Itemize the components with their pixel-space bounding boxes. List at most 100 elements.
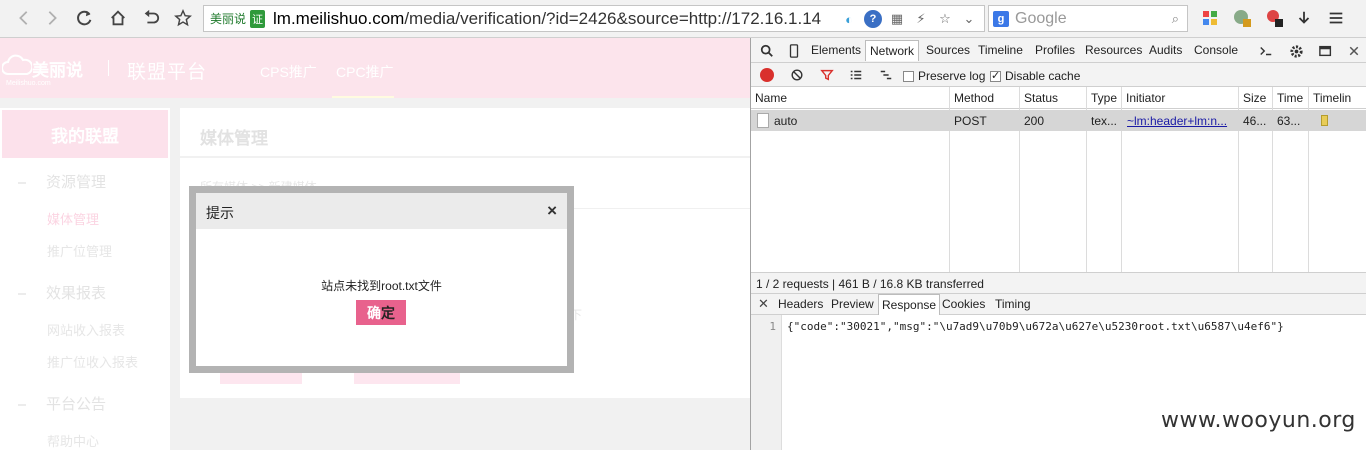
col-type[interactable]: Type — [1091, 91, 1117, 105]
browser-toolbar: 美丽说 证 lm.meilishuo.com/media/verificatio… — [0, 0, 1366, 38]
clear-icon[interactable] — [788, 66, 806, 84]
sidebar-title: 我的联盟 — [2, 110, 168, 158]
inspect-search-icon[interactable] — [758, 42, 776, 60]
tab-resources[interactable]: Resources — [1085, 43, 1142, 57]
col-method[interactable]: Method — [954, 91, 994, 105]
site-header: 美丽说 Meilishuo.com 联盟平台 CPS推广 CPC推广 — [0, 38, 750, 98]
sidebar-group-announcements[interactable]: 平台公告 — [18, 393, 106, 414]
logo-subtext: Meilishuo.com — [6, 80, 51, 87]
tab-network[interactable]: Network — [865, 40, 920, 61]
nav-cps[interactable]: CPS推广 — [260, 62, 317, 82]
line-gutter: 1 — [751, 315, 782, 450]
url-text[interactable]: lm.meilishuo.com/media/verification/?id=… — [269, 9, 821, 29]
tab-timeline[interactable]: Timeline — [978, 43, 1023, 57]
close-devtools-icon[interactable] — [1345, 42, 1363, 60]
nav-active-indicator — [332, 96, 394, 98]
col-name[interactable]: Name — [755, 91, 787, 105]
drawer-toggle-icon[interactable] — [1257, 42, 1275, 60]
logo-cloud-icon — [2, 54, 32, 75]
preserve-log-box[interactable] — [903, 70, 914, 82]
detail-tabbar: ✕ Headers Preview Response Cookies Timin… — [751, 294, 1366, 315]
document-icon — [757, 113, 769, 128]
list-view-icon[interactable] — [847, 66, 865, 84]
favorite-star-icon[interactable]: ☆ — [936, 10, 954, 28]
waterfall-view-icon[interactable] — [877, 66, 895, 84]
settings-gear-icon[interactable] — [1287, 42, 1305, 60]
search-icon[interactable]: ⌕ — [1172, 11, 1179, 27]
site-identity-badge[interactable]: 美丽说 证 — [204, 6, 269, 31]
search-box[interactable]: g Google ⌕ — [988, 5, 1188, 32]
dropdown-chevron-icon[interactable]: ⌄ — [960, 10, 978, 28]
preserve-log-checkbox[interactable]: Preserve log — [903, 69, 985, 83]
help-icon[interactable]: ? — [864, 10, 882, 28]
tab-cookies[interactable]: Cookies — [942, 297, 985, 311]
request-initiator-link[interactable]: ~lm:header+lm:n... — [1127, 114, 1227, 128]
response-body[interactable]: {"code":"30021","msg":"\u7ad9\u70b9\u672… — [787, 320, 1284, 333]
back-icon[interactable] — [12, 6, 36, 30]
address-bar[interactable]: 美丽说 证 lm.meilishuo.com/media/verificatio… — [203, 5, 985, 32]
nav-cpc[interactable]: CPC推广 — [336, 62, 394, 82]
col-size[interactable]: Size — [1243, 91, 1266, 105]
disable-cache-box[interactable] — [990, 69, 1001, 82]
qr-code-icon[interactable]: ▦ — [888, 10, 906, 28]
tab-response[interactable]: Response — [878, 294, 941, 315]
sidebar-item-site-report[interactable]: 网站收入报表 — [47, 320, 125, 339]
sidebar-group-reports[interactable]: 效果报表 — [18, 282, 106, 303]
tab-audits[interactable]: Audits — [1149, 43, 1182, 57]
request-name[interactable]: auto — [774, 114, 797, 128]
home-icon[interactable] — [106, 6, 130, 30]
device-mode-icon[interactable] — [785, 42, 803, 60]
download-icon[interactable] — [1294, 8, 1314, 28]
col-initiator[interactable]: Initiator — [1126, 91, 1165, 105]
logo-text: 美丽说 — [32, 61, 83, 80]
tab-preview[interactable]: Preview — [831, 297, 874, 311]
filter-icon[interactable] — [818, 66, 836, 84]
undo-icon[interactable] — [139, 6, 163, 30]
tab-elements[interactable]: Elements — [811, 43, 861, 57]
sidebar-item-adslots[interactable]: 推广位管理 — [47, 241, 112, 260]
dialog-overlay-frame: 提示 × 站点未找到root.txt文件 确定 — [189, 186, 574, 373]
request-type: tex... — [1091, 114, 1118, 128]
menu-icon[interactable] — [1326, 8, 1346, 28]
col-timeline[interactable]: Timelin — [1313, 91, 1351, 105]
tab-timing[interactable]: Timing — [995, 297, 1031, 311]
close-icon[interactable]: × — [547, 201, 557, 221]
search-placeholder: Google — [1015, 9, 1067, 27]
record-icon[interactable] — [760, 68, 774, 82]
certificate-icon: 证 — [250, 9, 266, 28]
col-status[interactable]: Status — [1024, 91, 1058, 105]
compat-mode-icon[interactable]: ◐ — [840, 10, 858, 28]
extension-badge-icon[interactable] — [1232, 8, 1252, 28]
table-row[interactable]: auto POST 200 tex... ~lm:header+lm:n... … — [751, 110, 1366, 131]
sidebar-item-slot-report[interactable]: 推广位收入报表 — [47, 352, 138, 371]
col-time[interactable]: Time — [1277, 91, 1303, 105]
alert-dialog: 提示 × 站点未找到root.txt文件 确定 — [196, 193, 567, 366]
site-name: 美丽说 — [210, 12, 247, 26]
google-icon: g — [993, 10, 1009, 27]
tab-console[interactable]: Console — [1194, 43, 1238, 57]
disable-cache-checkbox[interactable]: Disable cache — [990, 69, 1080, 83]
timeline-bar — [1321, 115, 1328, 126]
close-detail-icon[interactable]: ✕ — [758, 296, 769, 312]
sidebar-item-media[interactable]: 媒体管理 — [47, 209, 99, 228]
tab-headers[interactable]: Headers — [778, 297, 823, 311]
sidebar-item-help[interactable]: 帮助中心 — [47, 431, 99, 450]
notification-badge-icon[interactable] — [1264, 8, 1284, 28]
network-summary-bar: 1 / 2 requests | 461 B / 16.8 KB transfe… — [751, 272, 1366, 294]
bookmark-star-icon[interactable] — [171, 6, 195, 30]
devtools-panel: Elements Network Sources Timeline Profil… — [750, 38, 1366, 450]
platform-title: 联盟平台 — [127, 62, 208, 83]
dock-side-icon[interactable] — [1317, 42, 1335, 60]
confirm-button[interactable]: 确定 — [356, 300, 406, 325]
sidebar-group-resources[interactable]: 资源管理 — [18, 171, 106, 192]
sidebar: 我的联盟 资源管理 媒体管理 推广位管理 效果报表 网站收入报表 推广位收入报表… — [0, 108, 170, 450]
request-time: 63... — [1277, 114, 1301, 128]
reload-icon[interactable] — [73, 6, 97, 30]
lightning-icon[interactable]: ⚡ — [912, 10, 930, 28]
apps-grid-icon[interactable] — [1200, 8, 1220, 28]
meilishuo-logo[interactable]: 美丽说 Meilishuo.com — [2, 52, 94, 87]
tab-sources[interactable]: Sources — [926, 43, 970, 57]
dialog-title: 提示 — [206, 205, 234, 221]
tab-profiles[interactable]: Profiles — [1035, 43, 1075, 57]
forward-icon[interactable] — [40, 6, 64, 30]
